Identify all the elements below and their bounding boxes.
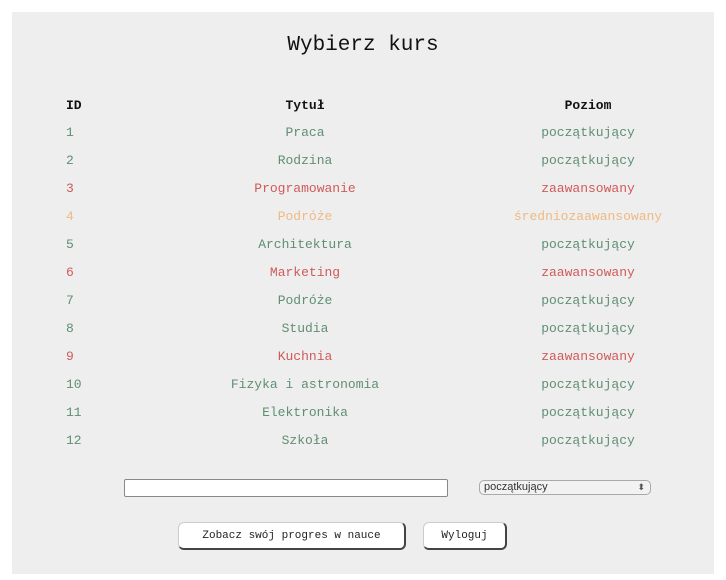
course-level: średniozaawansowany xyxy=(513,208,663,224)
course-id: 11 xyxy=(66,404,82,420)
header-level: Poziom xyxy=(564,97,612,113)
course-title: Studia xyxy=(281,320,329,336)
header-id: ID xyxy=(66,97,82,113)
course-id: 1 xyxy=(66,124,74,140)
course-id: 8 xyxy=(66,320,74,336)
table-row[interactable]: 3 Programowanie zaawansowany xyxy=(28,174,686,202)
course-level: zaawansowany xyxy=(541,180,635,196)
header-title: Tytuł xyxy=(285,97,325,113)
level-select[interactable]: początkujący ⬍ xyxy=(479,480,651,495)
course-id: 5 xyxy=(66,236,74,252)
logout-button[interactable]: Wyloguj xyxy=(423,522,507,550)
table-row[interactable]: 10 Fizyka i astronomia początkujący xyxy=(28,370,686,398)
up-down-chevron-icon: ⬍ xyxy=(637,482,645,492)
course-id: 2 xyxy=(66,152,74,168)
course-id: 3 xyxy=(66,180,74,196)
course-id: 7 xyxy=(66,292,74,308)
course-title: Architektura xyxy=(258,236,352,252)
course-title: Podróże xyxy=(277,208,333,224)
course-title: Kuchnia xyxy=(277,348,333,364)
course-id: 9 xyxy=(66,348,74,364)
main-panel: Wybierz kurs ID Tytuł Poziom 1 Praca począ… xyxy=(12,12,714,574)
table-row[interactable]: 8 Studia początkujący xyxy=(28,314,686,342)
course-id: 10 xyxy=(66,376,82,392)
course-title: Podróże xyxy=(277,292,333,308)
course-input[interactable] xyxy=(124,479,448,497)
course-title: Fizyka i astronomia xyxy=(230,376,380,392)
course-level: początkujący xyxy=(541,376,635,392)
table-row[interactable]: 2 Rodzina początkujący xyxy=(28,146,686,174)
course-title: Elektronika xyxy=(262,404,348,420)
course-level: początkujący xyxy=(541,404,635,420)
course-title: Praca xyxy=(285,124,325,140)
course-level: początkujący xyxy=(541,320,635,336)
course-id: 4 xyxy=(66,208,74,224)
table-row[interactable]: 1 Praca początkujący xyxy=(28,118,686,146)
course-level: zaawansowany xyxy=(541,348,635,364)
table-row[interactable]: 4 Podróże średniozaawansowany xyxy=(28,202,686,230)
view-progress-button[interactable]: Zobacz swój progres w nauce xyxy=(178,522,406,550)
course-title: Programowanie xyxy=(254,180,356,196)
course-title: Szkoła xyxy=(281,432,329,448)
table-body: 1 Praca początkujący 2 Rodzina początkujący 3 P… xyxy=(28,118,686,454)
table-row[interactable]: 11 Elektronika początkujący xyxy=(28,398,686,426)
table-row[interactable]: 6 Marketing zaawansowany xyxy=(28,258,686,286)
course-level: początkujący xyxy=(541,292,635,308)
course-level: początkujący xyxy=(541,236,635,252)
table-header-row: ID Tytuł Poziom xyxy=(28,92,686,118)
course-title: Rodzina xyxy=(277,152,333,168)
page-title: Wybierz kurs xyxy=(287,34,439,57)
table-row[interactable]: 12 Szkoła początkujący xyxy=(28,426,686,454)
course-level: zaawansowany xyxy=(541,264,635,280)
table-row[interactable]: 5 Architektura początkujący xyxy=(28,230,686,258)
table-row[interactable]: 9 Kuchnia zaawansowany xyxy=(28,342,686,370)
course-level: początkujący xyxy=(541,432,635,448)
table-row[interactable]: 7 Podróże początkujący xyxy=(28,286,686,314)
course-title: Marketing xyxy=(269,264,341,280)
level-select-value: początkujący xyxy=(484,481,548,493)
course-level: początkujący xyxy=(541,152,635,168)
courses-table: ID Tytuł Poziom 1 Praca początkujący 2 Rodzi… xyxy=(28,92,686,454)
course-id: 12 xyxy=(66,432,82,448)
course-level: początkujący xyxy=(541,124,635,140)
course-id: 6 xyxy=(66,264,74,280)
